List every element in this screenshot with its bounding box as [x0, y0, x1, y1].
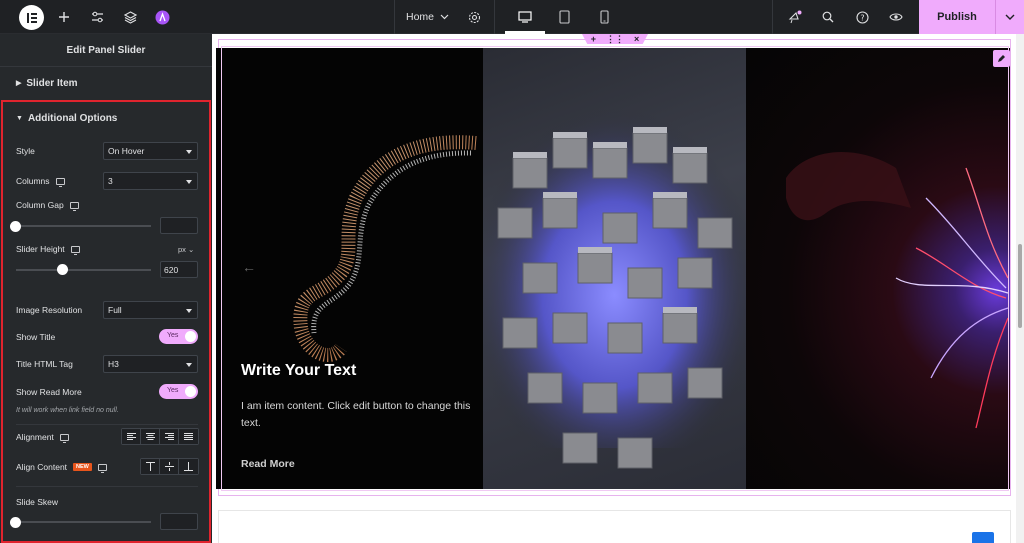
- read-more-hint: It will work when link field no null.: [16, 407, 119, 414]
- publish-options-chevron-down-icon[interactable]: [995, 0, 1024, 34]
- publish-button[interactable]: Publish: [919, 0, 995, 34]
- elementor-logo-icon[interactable]: [19, 5, 44, 30]
- style-select[interactable]: On Hover: [103, 142, 198, 160]
- tablet-icon[interactable]: [552, 0, 576, 34]
- plus-icon[interactable]: [55, 0, 73, 34]
- next-section: [218, 510, 1011, 543]
- toolbar-separator: [494, 0, 495, 34]
- new-badge: NEW: [73, 463, 92, 471]
- align-content-button-group: [140, 458, 199, 475]
- columns-label: Columns: [16, 176, 65, 187]
- columns-select[interactable]: 3: [103, 172, 198, 190]
- title-tag-select[interactable]: H3: [103, 355, 198, 373]
- align-content-label: Align Content NEW: [16, 462, 107, 473]
- section-additional-options[interactable]: ▼ Additional Options: [0, 102, 212, 134]
- image-resolution-label: Image Resolution: [16, 305, 83, 315]
- drag-handle-icon[interactable]: ⋮⋮: [606, 34, 624, 44]
- page-settings-gear-icon[interactable]: [465, 0, 483, 34]
- toolbar-separator: [772, 0, 773, 34]
- section-label: Slider Item: [26, 77, 78, 89]
- column-gap-label: Column Gap: [16, 200, 79, 211]
- select-caret-icon: [186, 180, 192, 184]
- toggle-label: Yes: [167, 332, 179, 339]
- style-value: On Hover: [108, 146, 145, 156]
- toggle-knob: [185, 386, 196, 397]
- sliders-icon[interactable]: [88, 0, 106, 34]
- section-slider-item[interactable]: ▶ Slider Item: [0, 67, 212, 99]
- slider-height-slider-track[interactable]: [16, 269, 151, 271]
- notifications-icon[interactable]: [786, 0, 804, 34]
- page-name: Home: [405, 11, 434, 23]
- toolbar-separator: [394, 0, 395, 34]
- caret-down-icon: ▼: [16, 114, 23, 122]
- caret-right-icon: ▶: [16, 80, 22, 87]
- desktop-icon[interactable]: [512, 0, 538, 34]
- eye-icon[interactable]: [887, 0, 905, 34]
- column-gap-slider-handle[interactable]: [10, 221, 21, 232]
- slide-skew-input[interactable]: [160, 513, 198, 530]
- align-justify-icon[interactable]: [179, 429, 198, 444]
- alignment-button-group: [121, 428, 199, 445]
- select-caret-icon: [186, 363, 192, 367]
- show-title-toggle[interactable]: Yes: [159, 329, 198, 344]
- columns-value: 3: [108, 176, 113, 186]
- column-gap-input[interactable]: [160, 217, 198, 234]
- align-center-icon[interactable]: [141, 429, 160, 444]
- desktop-icon[interactable]: [70, 245, 80, 255]
- highlight-box: [1, 100, 211, 543]
- desktop-icon[interactable]: [55, 177, 65, 187]
- edit-widget-pencil-icon[interactable]: [993, 50, 1010, 67]
- slide-skew-slider-handle[interactable]: [10, 517, 21, 528]
- style-label: Style: [16, 146, 35, 156]
- help-icon[interactable]: ?: [853, 0, 871, 34]
- panel-title: Edit Panel Slider: [0, 34, 212, 67]
- site-icon[interactable]: [153, 0, 171, 34]
- section-handle[interactable]: + ⋮⋮ ×: [582, 34, 648, 44]
- toggle-label: Yes: [167, 387, 179, 394]
- show-read-more-label: Show Read More: [16, 387, 82, 397]
- show-read-more-toggle[interactable]: Yes: [159, 384, 198, 399]
- title-tag-label: Title HTML Tag: [16, 359, 73, 369]
- image-resolution-select[interactable]: Full: [103, 301, 198, 319]
- alignment-label: Alignment: [16, 432, 69, 443]
- desktop-icon[interactable]: [59, 433, 69, 443]
- chevron-down-icon: [440, 14, 449, 20]
- slider-height-input[interactable]: 620: [160, 261, 198, 278]
- align-bottom-icon[interactable]: [179, 459, 198, 474]
- canvas-scrollbar-thumb[interactable]: [1018, 244, 1022, 328]
- align-left-icon[interactable]: [122, 429, 141, 444]
- slider-height-slider-handle[interactable]: [57, 264, 68, 275]
- title-tag-value: H3: [108, 359, 119, 369]
- floating-blue-button[interactable]: [972, 532, 994, 543]
- divider: [16, 424, 198, 425]
- align-top-icon[interactable]: [141, 459, 160, 474]
- select-caret-icon: [186, 150, 192, 154]
- divider: [16, 486, 198, 487]
- section-label: Additional Options: [27, 112, 118, 124]
- column-gap-slider-track[interactable]: [16, 225, 151, 227]
- layers-icon[interactable]: [121, 0, 139, 34]
- widget-outline: [221, 46, 1009, 491]
- editor-panel: Edit Panel Slider ▶ Slider Item ▼ Additi…: [0, 34, 212, 543]
- show-title-label: Show Title: [16, 332, 56, 342]
- svg-text:?: ?: [860, 13, 864, 22]
- unit-selector[interactable]: px ⌄: [178, 245, 194, 254]
- desktop-icon[interactable]: [69, 201, 79, 211]
- slide-skew-label: Slide Skew: [16, 497, 59, 507]
- mobile-icon[interactable]: [592, 0, 616, 34]
- editor-top-bar: Home ? Publish: [0, 0, 1024, 34]
- search-icon[interactable]: [819, 0, 837, 34]
- add-section-plus-icon[interactable]: +: [591, 34, 596, 44]
- toggle-knob: [185, 331, 196, 342]
- select-caret-icon: [186, 309, 192, 313]
- align-middle-icon[interactable]: [160, 459, 179, 474]
- image-resolution-value: Full: [108, 305, 122, 315]
- slide-skew-slider-track[interactable]: [16, 521, 151, 523]
- page-selector[interactable]: Home: [400, 0, 455, 34]
- close-icon[interactable]: ×: [634, 34, 639, 44]
- align-right-icon[interactable]: [160, 429, 179, 444]
- desktop-icon[interactable]: [97, 463, 107, 473]
- slider-height-label: Slider Height: [16, 244, 80, 255]
